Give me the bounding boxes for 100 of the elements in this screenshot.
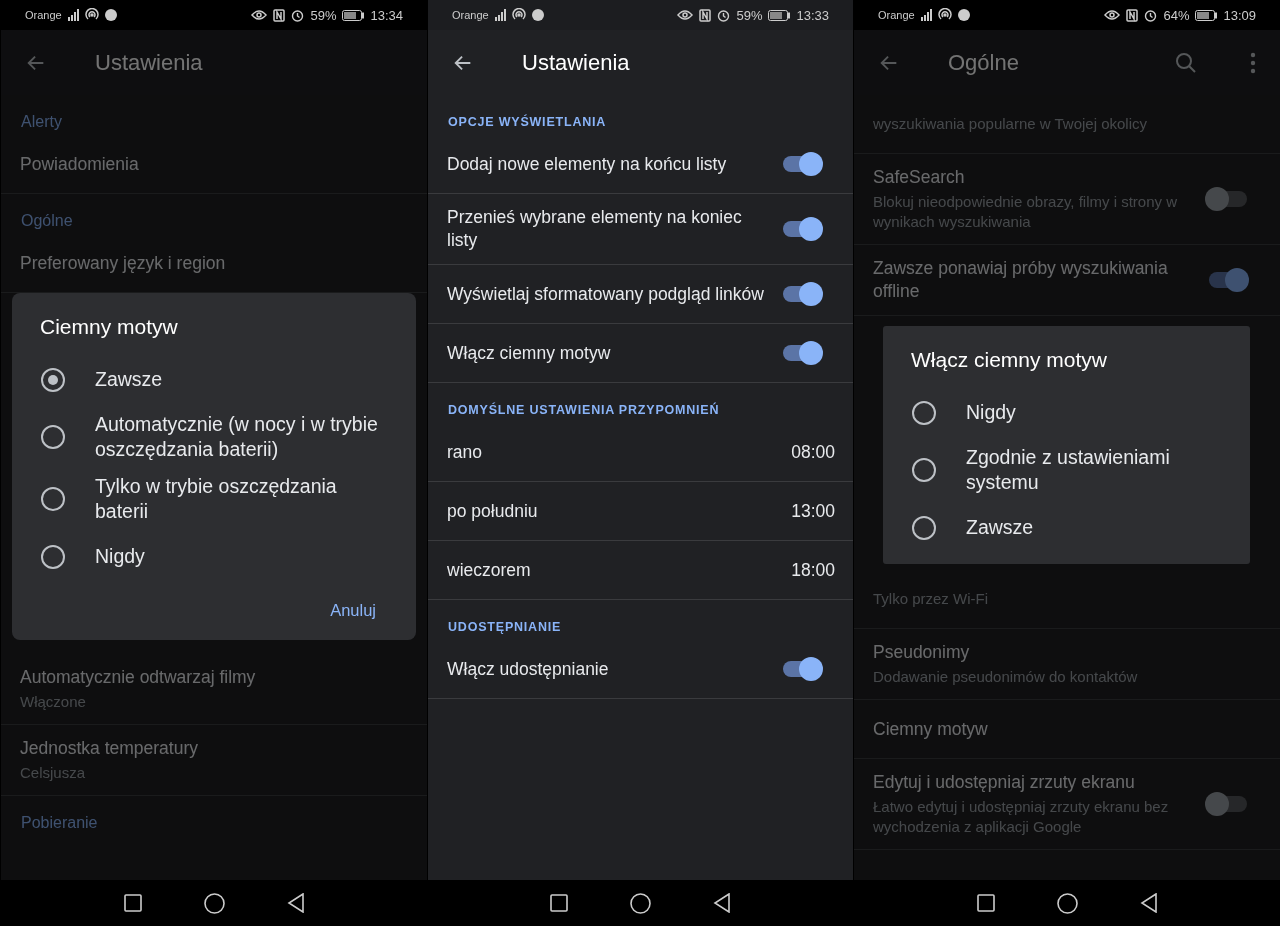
- clock-time: 13:34: [370, 7, 403, 23]
- settings-item[interactable]: SafeSearch Blokuj nieodpowiednie obrazy, filmy i strony w wynikach wyszukiwania: [854, 154, 1280, 245]
- nfc-icon: [1126, 8, 1139, 22]
- radio-button[interactable]: [41, 425, 65, 449]
- settings-item[interactable]: Włącz udostępnianie: [428, 640, 853, 699]
- settings-item[interactable]: Dodaj nowe elementy na końcu listy: [428, 135, 853, 194]
- signal-icon: [920, 9, 932, 21]
- app-bar-title: Ogólne: [948, 49, 1020, 76]
- back-icon[interactable]: [1139, 893, 1158, 913]
- option-label: Zgodnie z ustawieniami systemu: [966, 445, 1171, 495]
- item-subtitle: Tylko przez Wi-Fi: [873, 589, 989, 609]
- recent-apps-icon[interactable]: [550, 894, 568, 912]
- hotspot-icon: [511, 8, 526, 22]
- app-bar-title: Ustawienia: [95, 49, 204, 76]
- radio-option[interactable]: Zawsze: [883, 501, 1250, 554]
- item-subtitle: Celsjusza: [20, 763, 87, 783]
- eye-icon: [1104, 9, 1121, 21]
- radio-button[interactable]: [912, 400, 936, 425]
- carrier-name: Orange: [25, 9, 62, 21]
- notification-dot-icon: [104, 9, 117, 21]
- item-title: Włącz ciemny motyw: [447, 341, 612, 365]
- option-label: Zawsze: [95, 367, 163, 392]
- radio-option[interactable]: Automatycznie (w nocy i w trybie oszczędzania baterii): [12, 406, 416, 468]
- battery-percent: 59%: [310, 7, 337, 23]
- battery-icon: [1195, 9, 1218, 21]
- carrier-name: Orange: [452, 9, 489, 21]
- time-value: 08:00: [791, 441, 835, 463]
- radio-option[interactable]: Tylko w trybie oszczędzania baterii: [12, 468, 416, 530]
- alarm-icon: [1144, 8, 1158, 22]
- item-title: Jednostka temperatury: [20, 737, 199, 760]
- item-title: Edytuj i udostępniaj zrzuty ekranu: [873, 771, 1136, 794]
- item-title: Preferowany język i region: [20, 251, 227, 275]
- option-label: Zawsze: [966, 515, 1034, 540]
- carrier-name: Orange: [878, 9, 915, 21]
- option-label: Automatycznie (w nocy i w trybie oszczędzania baterii): [95, 412, 379, 462]
- radio-button[interactable]: [912, 458, 936, 482]
- item-title: Włącz udostępnianie: [447, 657, 610, 681]
- settings-item[interactable]: Pseudonimy Dodawanie pseudonimów do kontaktów: [854, 629, 1280, 700]
- radio-button[interactable]: [41, 487, 65, 511]
- signal-icon: [494, 9, 506, 21]
- home-icon[interactable]: [1056, 892, 1078, 914]
- radio-button[interactable]: [41, 367, 65, 392]
- app-bar-title: Ustawienia: [522, 49, 631, 76]
- item-title: Dodaj nowe elementy na końcu listy: [447, 152, 728, 176]
- home-icon[interactable]: [203, 892, 225, 914]
- battery-percent: 64%: [1163, 7, 1190, 23]
- dialog-title: Włącz ciemny motyw: [910, 348, 1109, 373]
- settings-item[interactable]: Zawsze ponawiaj próby wyszukiwania offline: [854, 245, 1280, 316]
- home-icon[interactable]: [630, 892, 651, 914]
- section-header: DOMYŚLNE USTAWIENIA PRZYPOMNIEŃ: [447, 401, 721, 419]
- option-label: Tylko w trybie oszczędzania baterii: [95, 474, 338, 524]
- notification-dot-icon: [957, 9, 970, 21]
- item-title: Automatycznie odtwarzaj filmy: [20, 666, 257, 689]
- cancel-button[interactable]: Anuluj: [318, 595, 388, 626]
- menu-icon: [1250, 51, 1256, 74]
- eye-icon: [251, 9, 268, 21]
- alarm-icon: [717, 8, 731, 22]
- item-title: Przenieś wybrane elementy na koniec listy: [447, 206, 743, 252]
- item-title: Powiadomienia: [20, 152, 140, 176]
- alarm-icon: [291, 8, 305, 22]
- settings-item[interactable]: Ciemny motyw: [854, 700, 1280, 759]
- item-subtitle: Włączone: [20, 692, 87, 712]
- radio-option[interactable]: Nigdy: [12, 530, 416, 583]
- item-title: wieczorem: [447, 558, 532, 582]
- radio-option[interactable]: Nigdy: [883, 386, 1250, 439]
- item-title: po południu: [447, 499, 539, 523]
- item-title: Ciemny motyw: [873, 717, 989, 741]
- radio-option[interactable]: Zgodnie z ustawieniami systemu: [883, 439, 1250, 501]
- hotspot-icon: [84, 8, 99, 22]
- option-label: Nigdy: [95, 544, 145, 569]
- battery-percent: 59%: [736, 7, 763, 23]
- option-label: Nigdy: [966, 400, 1016, 425]
- dialog-title: Ciemny motyw: [39, 315, 179, 340]
- search-icon: [1174, 50, 1198, 75]
- hotspot-icon: [937, 8, 952, 22]
- settings-item[interactable]: Przenieś wybrane elementy na koniec listy: [428, 194, 853, 265]
- back-icon[interactable]: [286, 893, 305, 913]
- item-title: rano: [447, 440, 484, 464]
- signal-icon: [67, 9, 79, 21]
- radio-button[interactable]: [41, 544, 65, 569]
- nfc-icon: [273, 8, 286, 22]
- recent-apps-icon[interactable]: [123, 894, 142, 912]
- recent-apps-icon[interactable]: [976, 894, 995, 912]
- clock-time: 13:33: [796, 7, 829, 23]
- clock-time: 13:09: [1223, 7, 1256, 23]
- eye-icon: [677, 9, 694, 21]
- back-icon[interactable]: [713, 893, 731, 913]
- section-header: OPCJE WYŚWIETLANIA: [447, 113, 608, 131]
- battery-icon: [768, 9, 791, 21]
- time-value: 18:00: [791, 559, 835, 581]
- item-subtitle: wyszukiwania popularne w Twojej okolicy: [873, 114, 1149, 134]
- battery-icon: [342, 9, 365, 21]
- settings-item[interactable]: Wyświetlaj sformatowany podgląd linków: [428, 265, 853, 324]
- section-header: Ogólne: [20, 211, 74, 231]
- section-header: Alerty: [20, 112, 63, 132]
- radio-button[interactable]: [912, 515, 936, 540]
- nfc-icon: [699, 8, 712, 22]
- settings-item[interactable]: Włącz ciemny motyw: [428, 324, 853, 383]
- item-subtitle: Blokuj nieodpowiednie obrazy, filmy i strony w wynikach wyszukiwania: [873, 192, 1179, 232]
- radio-option[interactable]: Zawsze: [12, 353, 416, 406]
